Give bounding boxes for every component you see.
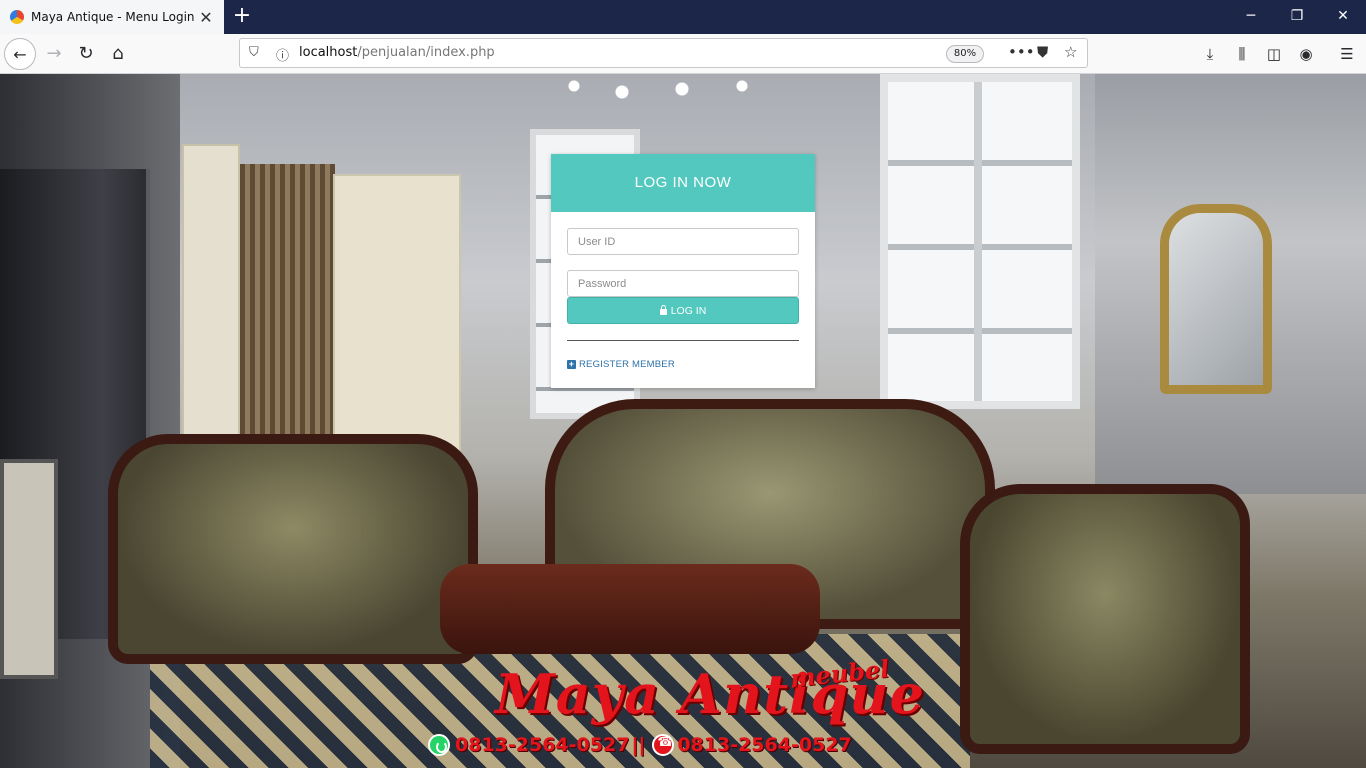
zoom-level-badge[interactable]: 80% (946, 45, 984, 63)
bg-armchair-right (960, 484, 1250, 754)
home-icon[interactable]: ⌂ (102, 38, 134, 70)
page-viewport: LOG IN NOW LOG IN + REGISTER MEMBER Maya… (0, 74, 1366, 768)
plus-square-icon: + (567, 359, 576, 369)
whatsapp-icon (428, 734, 450, 756)
url-text[interactable]: localhost/penjualan/index.php (299, 45, 495, 60)
register-member-link[interactable]: + REGISTER MEMBER (567, 359, 799, 370)
bg-fireplace-opening (0, 459, 58, 679)
tab-title: Maya Antique - Menu Login (31, 10, 195, 24)
pocket-icon[interactable]: ⛊ (1037, 43, 1048, 61)
url-host: localhost (299, 45, 358, 60)
reload-icon[interactable]: ↻ (70, 38, 102, 70)
bookmark-star-icon[interactable]: ☆ (1064, 43, 1077, 61)
bg-sofa-left (108, 434, 478, 664)
library-icon[interactable]: ⫼ (1231, 45, 1253, 63)
bg-door-left (182, 144, 240, 474)
close-tab-icon[interactable]: ✕ (196, 8, 216, 27)
phone-icon (652, 734, 675, 756)
bg-mirror (1160, 204, 1272, 394)
phone-number-call: 0813-2564-0527 (677, 734, 852, 756)
login-title: LOG IN NOW (551, 154, 815, 212)
contact-numbers: 0813-2564-0527 || 0813-2564-0527 (428, 734, 852, 756)
login-button[interactable]: LOG IN (567, 297, 799, 324)
site-favicon-icon (10, 10, 24, 24)
browser-tab-strip: Maya Antique - Menu Login ✕ + ─ ❐ ✕ (0, 0, 1366, 34)
user-id-input[interactable] (567, 228, 799, 255)
login-form: LOG IN + REGISTER MEMBER (551, 212, 815, 370)
login-button-label: LOG IN (670, 304, 707, 317)
browser-tab[interactable]: Maya Antique - Menu Login ✕ (0, 0, 224, 34)
phone-number-whatsapp: 0813-2564-0527 (455, 734, 630, 756)
minimize-window-button[interactable]: ─ (1228, 0, 1274, 34)
url-path: /penjualan/index.php (357, 45, 495, 60)
maximize-window-button[interactable]: ❐ (1274, 0, 1320, 34)
close-window-button[interactable]: ✕ (1320, 0, 1366, 34)
new-tab-button[interactable]: + (229, 4, 255, 30)
contact-separator: || (631, 734, 646, 756)
register-member-label: REGISTER MEMBER (579, 359, 675, 370)
login-card: LOG IN NOW LOG IN + REGISTER MEMBER (551, 154, 815, 388)
tracking-shield-icon[interactable]: ⛉ (249, 45, 259, 60)
bg-window-right (880, 74, 1080, 409)
browser-toolbar: ← → ↻ ⌂ ⛉ ⓘ localhost/penjualan/index.ph… (0, 34, 1366, 74)
site-info-icon[interactable]: ⓘ (276, 45, 289, 64)
form-divider (567, 340, 799, 341)
lock-icon (659, 304, 667, 315)
page-actions-icon[interactable]: ••• (1008, 43, 1035, 61)
bg-coffee-table (440, 564, 820, 654)
address-bar[interactable]: ⛉ ⓘ localhost/penjualan/index.php 80% ••… (239, 38, 1088, 68)
sidebar-icon[interactable]: ◫ (1263, 45, 1285, 63)
menu-hamburger-icon[interactable]: ☰ (1336, 45, 1358, 63)
forward-arrow-icon[interactable]: → (38, 38, 70, 70)
password-input[interactable] (567, 270, 799, 297)
account-icon[interactable]: ◉ (1295, 45, 1317, 63)
bg-chandelier (550, 74, 790, 134)
back-arrow-icon[interactable]: ← (4, 38, 36, 70)
downloads-icon[interactable]: ⤓ (1199, 45, 1221, 63)
